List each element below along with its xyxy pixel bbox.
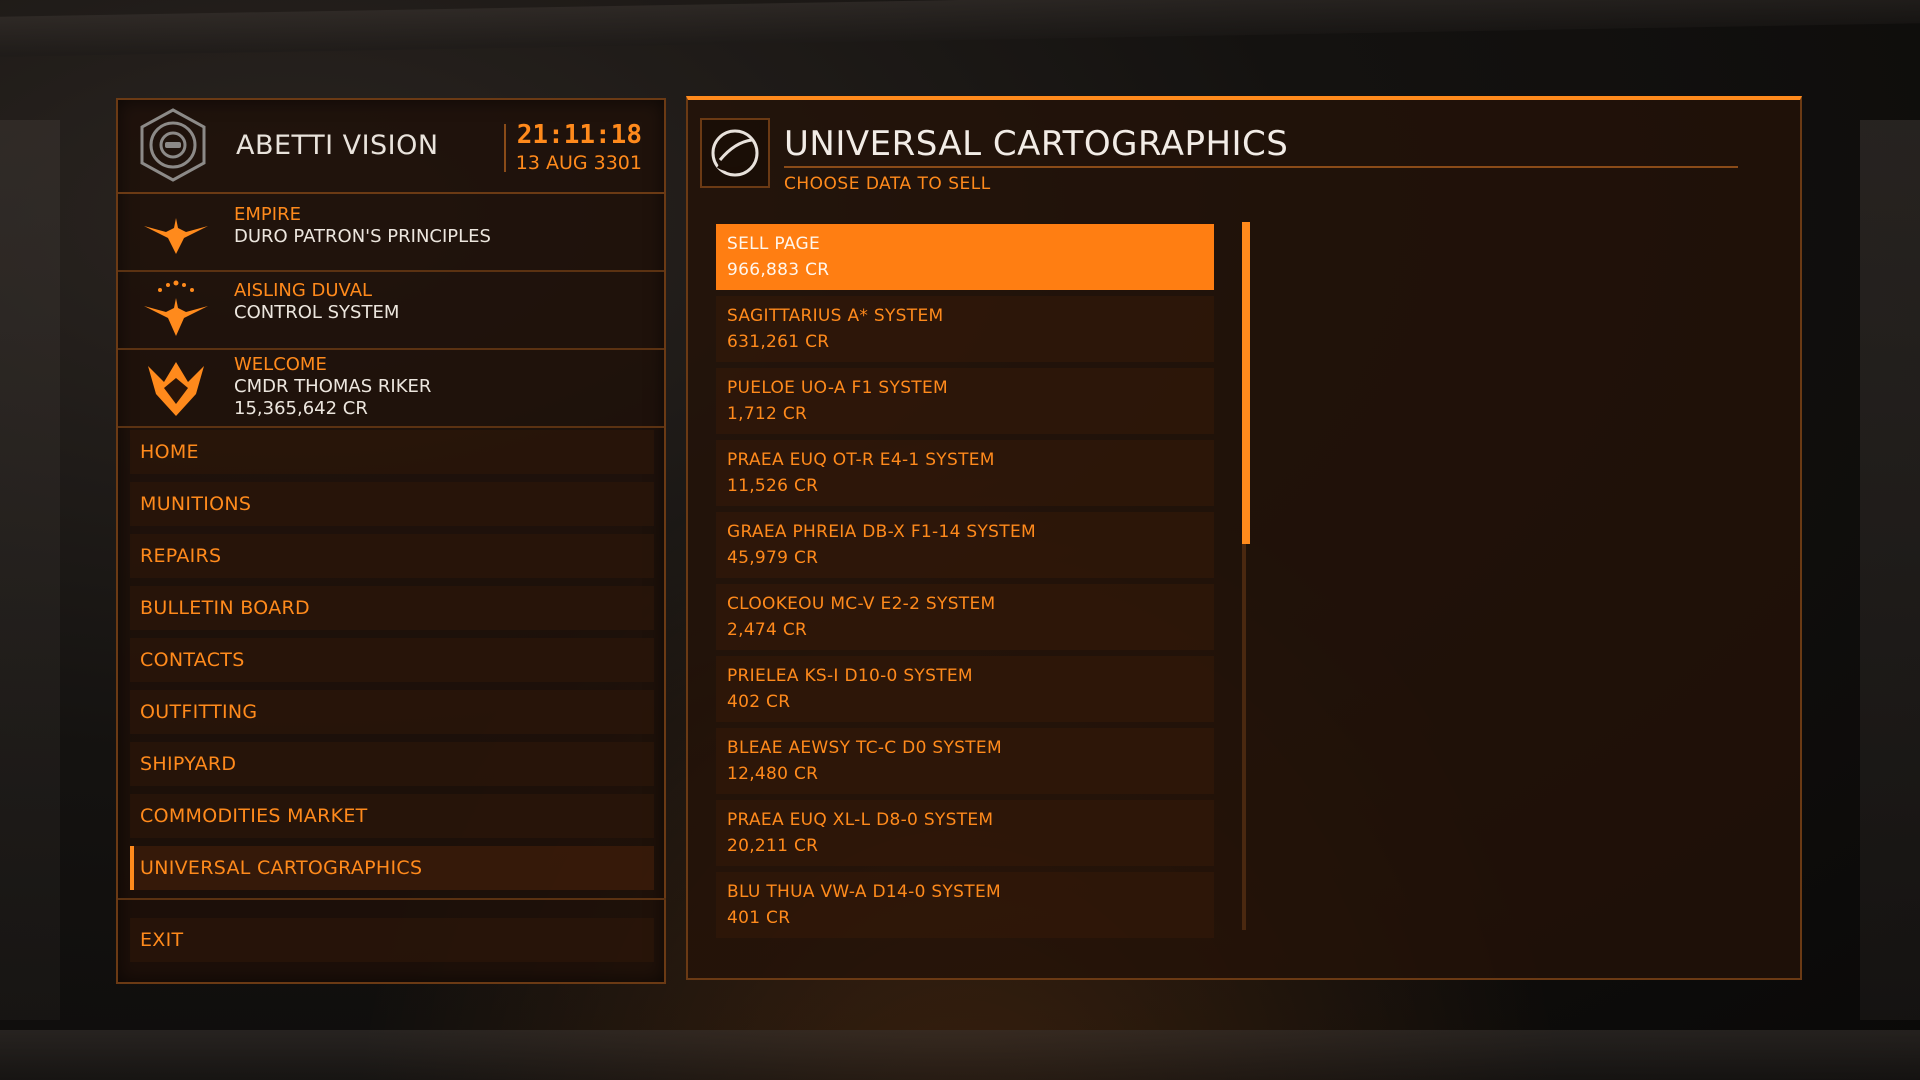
exploration-data-list: SELL PAGE 966,883 CR SAGITTARIUS A* SYST… — [716, 224, 1214, 944]
entry-price: 401 CR — [727, 908, 791, 928]
exit-button[interactable]: EXIT — [130, 918, 654, 962]
entry-name: PUELOE UO-A F1 SYSTEM — [727, 378, 948, 398]
entry-name: GRAEA PHREIA DB-X F1-14 SYSTEM — [727, 522, 1036, 542]
entry-name: SELL PAGE — [727, 234, 820, 254]
entry-name: BLU THUA VW-A D14-0 SYSTEM — [727, 882, 1001, 902]
entry-price: 402 CR — [727, 692, 791, 712]
sell-page-button[interactable]: SELL PAGE 966,883 CR — [716, 224, 1214, 290]
game-time: 21:11:18 — [516, 120, 642, 150]
list-item[interactable]: GRAEA PHREIA DB-X F1-14 SYSTEM 45,979 CR — [716, 512, 1214, 578]
cartographics-icon-box — [700, 118, 770, 188]
menu-item-shipyard[interactable]: SHIPYARD — [130, 742, 654, 786]
commander-credits: 15,365,642 CR — [234, 398, 368, 419]
entry-price: 966,883 CR — [727, 260, 830, 280]
station-emblem-icon — [140, 108, 206, 182]
entry-price: 20,211 CR — [727, 836, 819, 856]
cartographics-panel: UNIVERSAL CARTOGRAPHICS CHOOSE DATA TO S… — [686, 96, 1802, 980]
power-row: AISLING DUVAL CONTROL SYSTEM — [118, 272, 664, 350]
allegiance-row: EMPIRE DURO PATRON'S PRINCIPLES — [118, 194, 664, 272]
entry-name: CLOOKEOU MC-V E2-2 SYSTEM — [727, 594, 996, 614]
clock-divider — [504, 124, 506, 172]
entry-price: 1,712 CR — [727, 404, 808, 424]
aisling-duval-icon — [144, 280, 208, 336]
faction-name: DURO PATRON'S PRINCIPLES — [234, 226, 491, 247]
list-item[interactable]: PRAEA EUQ XL-L D8-0 SYSTEM 20,211 CR — [716, 800, 1214, 866]
list-item[interactable]: PUELOE UO-A F1 SYSTEM 1,712 CR — [716, 368, 1214, 434]
entry-name: BLEAE AEWSY TC-C D0 SYSTEM — [727, 738, 1002, 758]
menu-item-home[interactable]: HOME — [130, 430, 654, 474]
pilot-rank-icon — [148, 362, 204, 416]
list-item[interactable]: CLOOKEOU MC-V E2-2 SYSTEM 2,474 CR — [716, 584, 1214, 650]
entry-name: SAGITTARIUS A* SYSTEM — [727, 306, 944, 326]
power-status: CONTROL SYSTEM — [234, 302, 400, 323]
list-scrollbar-thumb[interactable] — [1242, 222, 1250, 544]
entry-name: PRIELEA KS-I D10-0 SYSTEM — [727, 666, 973, 686]
list-item[interactable]: PRIELEA KS-I D10-0 SYSTEM 402 CR — [716, 656, 1214, 722]
cartographics-globe-icon — [711, 129, 759, 177]
menu-item-universal-cartographics[interactable]: UNIVERSAL CARTOGRAPHICS — [130, 846, 654, 890]
commander-name: CMDR THOMAS RIKER — [234, 376, 432, 397]
allegiance-label: EMPIRE — [234, 204, 301, 225]
menu-item-repairs[interactable]: REPAIRS — [130, 534, 654, 578]
menu-divider — [118, 898, 666, 900]
commander-row: WELCOME CMDR THOMAS RIKER 15,365,642 CR — [118, 350, 664, 428]
station-name: ABETTI VISION — [236, 130, 439, 161]
page-title: UNIVERSAL CARTOGRAPHICS — [784, 124, 1289, 164]
menu-item-commodities-market[interactable]: COMMODITIES MARKET — [130, 794, 654, 838]
entry-price: 45,979 CR — [727, 548, 819, 568]
entry-name: PRAEA EUQ XL-L D8-0 SYSTEM — [727, 810, 994, 830]
list-item[interactable]: BLEAE AEWSY TC-C D0 SYSTEM 12,480 CR — [716, 728, 1214, 794]
menu-item-contacts[interactable]: CONTACTS — [130, 638, 654, 682]
power-label: AISLING DUVAL — [234, 280, 373, 301]
list-item[interactable]: PRAEA EUQ OT-R E4-1 SYSTEM 11,526 CR — [716, 440, 1214, 506]
entry-name: PRAEA EUQ OT-R E4-1 SYSTEM — [727, 450, 995, 470]
menu-item-outfitting[interactable]: OUTFITTING — [130, 690, 654, 734]
station-services-panel: ABETTI VISION 21:11:18 13 AUG 3301 EMPIR… — [116, 98, 666, 984]
menu-item-munitions[interactable]: MUNITIONS — [130, 482, 654, 526]
services-menu: HOME MUNITIONS REPAIRS BULLETIN BOARD CO… — [118, 430, 666, 970]
menu-item-bulletin-board[interactable]: BULLETIN BOARD — [130, 586, 654, 630]
entry-price: 12,480 CR — [727, 764, 819, 784]
game-date: 13 AUG 3301 — [515, 152, 642, 174]
title-underline — [784, 166, 1738, 168]
list-item[interactable]: SAGITTARIUS A* SYSTEM 631,261 CR — [716, 296, 1214, 362]
empire-eagle-icon — [144, 218, 208, 254]
entry-price: 631,261 CR — [727, 332, 830, 352]
station-header: ABETTI VISION 21:11:18 13 AUG 3301 — [118, 100, 664, 194]
entry-price: 11,526 CR — [727, 476, 819, 496]
page-subtitle: CHOOSE DATA TO SELL — [784, 174, 991, 194]
welcome-label: WELCOME — [234, 354, 327, 375]
list-item[interactable]: BLU THUA VW-A D14-0 SYSTEM 401 CR — [716, 872, 1214, 938]
entry-price: 2,474 CR — [727, 620, 808, 640]
